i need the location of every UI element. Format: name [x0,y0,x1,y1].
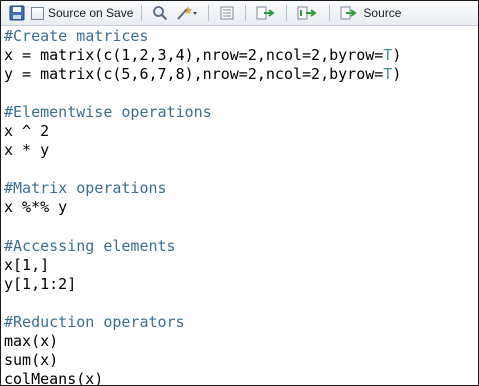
toolbar-divider [329,5,331,21]
code-comment: #Elementwise operations [4,103,212,122]
code-editor[interactable]: #Create matrices x = matrix(c(1,2,3,4),nr… [1,27,478,385]
source-arrow-icon [340,6,358,20]
code-line[interactable]: x %*% y [4,198,478,217]
code-line[interactable]: x * y [4,141,478,160]
code-line[interactable] [4,294,478,313]
run-lines-icon[interactable] [254,3,278,23]
code-line[interactable]: colMeans(x) [4,370,478,385]
code-line[interactable]: #Accessing elements [4,237,478,256]
code-line[interactable]: #Matrix operations [4,179,478,198]
toolbar-divider [208,5,210,21]
code-line[interactable]: #Elementwise operations [4,103,478,122]
source-button-label: Source [363,6,402,20]
code-line[interactable]: #Create matrices [4,27,478,46]
code-line[interactable] [4,160,478,179]
toolbar-divider [245,5,247,21]
code-line[interactable]: max(x) [4,332,478,351]
code-line[interactable]: sum(x) [4,351,478,370]
code-constant: T [383,46,393,65]
toolbar-divider [286,5,288,21]
code-line[interactable]: x[1,] [4,256,478,275]
code-comment: #Matrix operations [4,179,167,198]
magic-wand-icon[interactable] [174,3,200,23]
toolbar-divider [141,5,143,21]
source-on-save-checkbox[interactable] [31,6,44,20]
code-comment: #Create matrices [4,27,149,45]
code-line[interactable] [4,217,478,236]
magnifier-icon[interactable] [150,3,170,23]
source-on-save-toggle[interactable]: Source on Save [29,6,135,20]
code-line[interactable]: x ^ 2 [4,122,478,141]
code-line[interactable] [4,84,478,103]
source-button[interactable]: Source [338,3,403,23]
code-constant: T [383,65,393,84]
code-line[interactable]: x = matrix(c(1,2,3,4),nrow=2,ncol=2,byro… [4,46,478,65]
code-comment: #Reduction operators [4,312,185,331]
editor-toolbar: Source on Save Source [1,1,478,26]
document-outline-icon[interactable] [217,3,237,23]
source-on-save-label: Source on Save [48,6,134,20]
code-line[interactable]: y = matrix(c(5,6,7,8),nrow=2,ncol=2,byro… [4,65,478,84]
rerun-icon[interactable] [295,3,321,23]
code-line[interactable]: y[1,1:2] [4,275,478,294]
code-line[interactable]: #Reduction operators [4,313,478,332]
source-editor-pane: Source on Save Source #Create matrices x… [0,0,479,386]
code-comment: #Accessing elements [4,236,176,255]
save-icon[interactable] [7,3,27,23]
